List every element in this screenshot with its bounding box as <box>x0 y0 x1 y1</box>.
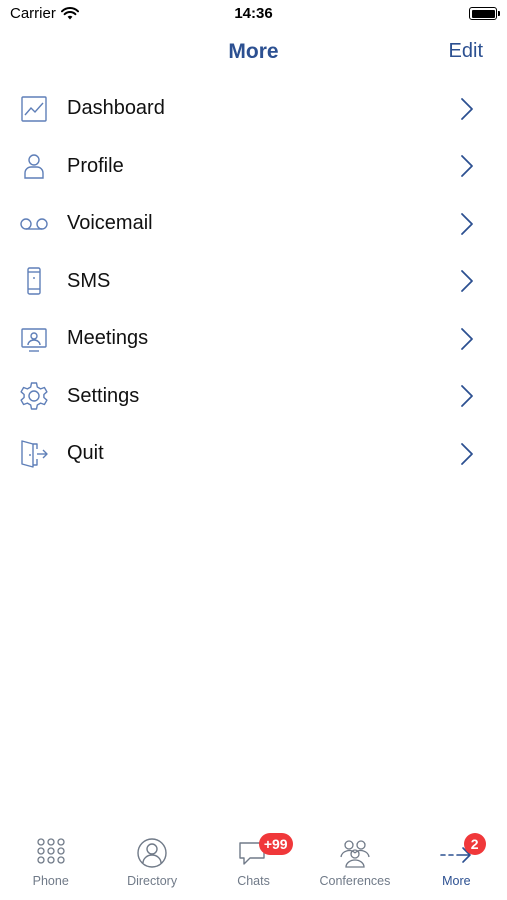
more-menu-list: Dashboard Profile Voicemail SMS Meetings… <box>0 80 507 483</box>
tab-label: More <box>442 874 471 888</box>
person-icon <box>18 150 50 182</box>
exit-door-icon <box>18 438 50 470</box>
menu-item-sms[interactable]: SMS <box>0 253 507 311</box>
directory-person-icon <box>135 836 169 870</box>
menu-item-meetings[interactable]: Meetings <box>0 310 507 368</box>
chevron-right-icon <box>461 155 473 178</box>
menu-item-label: Profile <box>67 154 124 177</box>
chevron-right-icon <box>461 327 473 350</box>
chevron-right-icon <box>461 212 473 235</box>
menu-item-label: Dashboard <box>67 97 165 120</box>
menu-item-label: Quit <box>67 442 104 465</box>
tab-label: Phone <box>32 874 69 888</box>
tab-chats[interactable]: +99 Chats <box>203 830 304 900</box>
meetings-monitor-icon <box>18 323 50 355</box>
tab-phone[interactable]: Phone <box>0 830 101 900</box>
chevron-right-icon <box>461 97 473 120</box>
menu-item-quit[interactable]: Quit <box>0 425 507 483</box>
menu-item-dashboard[interactable]: Dashboard <box>0 80 507 138</box>
chevron-right-icon <box>461 270 473 293</box>
navigation-bar: More Edit <box>0 28 507 78</box>
battery-icon <box>469 7 500 20</box>
tab-label: Chats <box>237 874 270 888</box>
status-time: 14:36 <box>234 5 273 22</box>
tab-bar: Phone Directory +99 Chats Conferences 2 … <box>0 830 507 900</box>
tab-directory[interactable]: Directory <box>101 830 202 900</box>
chats-badge: +99 <box>258 833 293 855</box>
menu-item-profile[interactable]: Profile <box>0 138 507 196</box>
status-bar: Carrier 14:36 <box>0 0 507 28</box>
menu-item-settings[interactable]: Settings <box>0 368 507 426</box>
menu-item-label: Meetings <box>67 327 149 350</box>
menu-item-label: Settings <box>67 384 140 407</box>
page-title: More <box>228 40 279 63</box>
tab-conferences[interactable]: Conferences <box>304 830 405 900</box>
group-icon <box>338 836 372 870</box>
voicemail-icon <box>18 208 50 240</box>
chevron-right-icon <box>461 442 473 465</box>
battery-fill <box>471 9 495 18</box>
menu-item-label: SMS <box>67 269 111 292</box>
tab-more[interactable]: 2 More <box>406 830 507 900</box>
mobile-phone-icon <box>18 265 50 297</box>
edit-button[interactable]: Edit <box>449 40 483 63</box>
tab-label: Conferences <box>319 874 391 888</box>
keypad-icon <box>34 836 68 870</box>
menu-item-label: Voicemail <box>67 212 153 235</box>
more-badge: 2 <box>463 833 486 855</box>
gear-icon <box>18 380 50 412</box>
chevron-right-icon <box>461 385 473 408</box>
more-screen: Carrier 14:36 More Edit Dashboard Profil… <box>0 0 507 900</box>
dashboard-chart-icon <box>18 93 50 125</box>
tab-label: Directory <box>127 874 178 888</box>
menu-item-voicemail[interactable]: Voicemail <box>0 195 507 253</box>
